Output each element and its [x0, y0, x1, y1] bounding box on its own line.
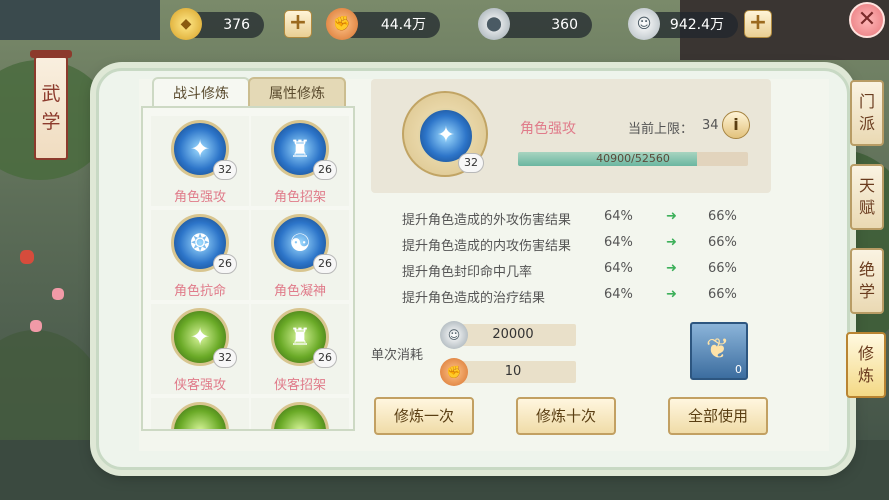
title-char-2: 学 [41, 111, 61, 133]
side-tab-char: 绝 [858, 260, 875, 279]
stat-next: 66% [708, 287, 737, 302]
skill-item[interactable]: ✦ 32 侠客强攻 [151, 304, 249, 394]
skill-item[interactable] [251, 398, 349, 429]
train-ten-button[interactable]: 修炼十次 [516, 397, 616, 435]
side-tab-ultimate[interactable]: 绝 学 [850, 248, 884, 314]
stat-row: 提升角色造成的外攻伤害结果 64% ➜ 66% [402, 209, 762, 229]
silver-value: 360 [551, 17, 578, 33]
add-gold-button[interactable]: + [284, 10, 312, 38]
stat-current: 64% [604, 261, 633, 276]
use-all-button[interactable]: 全部使用 [668, 397, 768, 435]
skill-level-badge: 26 [313, 254, 337, 274]
arrow-right-icon: ➜ [666, 209, 677, 224]
stat-next: 66% [708, 261, 737, 276]
skill-name: 角色招架 [273, 190, 326, 205]
title-char-1: 武 [41, 83, 61, 105]
cost-copper-value: 10 [450, 361, 576, 383]
stat-row: 提升角色造成的内攻伤害结果 64% ➜ 66% [402, 235, 762, 255]
ginseng-item-slot[interactable]: ❦ 0 [690, 322, 748, 380]
skill-level-badge: 26 [313, 348, 337, 368]
skill-name: 角色抗命 [173, 284, 226, 299]
add-silver-button[interactable]: + [744, 10, 772, 38]
xp-progress-text: 40900/52560 [596, 152, 670, 165]
stat-current: 64% [604, 287, 633, 302]
cost-silver-value: 20000 [450, 324, 576, 346]
panel-title: 武 学 [34, 56, 68, 160]
stat-description: 提升角色封印命中几率 [402, 265, 533, 280]
silver-coin-icon: ☺ [440, 321, 468, 349]
stat-description: 提升角色造成的治疗结果 [402, 291, 546, 306]
level-limit-value: 34 [702, 118, 719, 133]
copper-coin-icon: ✊ [326, 8, 358, 40]
silver-coin-icon: ⬤ [478, 8, 510, 40]
side-tab-char: 修 [857, 344, 874, 363]
side-tab-char: 赋 [858, 198, 875, 217]
stat-row: 提升角色封印命中几率 64% ➜ 66% [402, 261, 762, 281]
currency-bar: 376 ◆ + 44.4万 ✊ 360 ⬤ 942.4万 ☺ + ✕ [0, 0, 889, 50]
skill-name: 角色凝神 [273, 284, 326, 299]
gold-ingot-icon: ◆ [170, 8, 202, 40]
skill-name: 侠客招架 [273, 378, 326, 393]
stat-description: 提升角色造成的内攻伤害结果 [402, 239, 572, 254]
skill-item[interactable]: ♜ 26 角色招架 [251, 116, 349, 206]
skill-name: 角色强攻 [173, 190, 226, 205]
side-tab-cultivation[interactable]: 修 炼 [846, 332, 886, 398]
tab-attribute-training[interactable]: 属性修炼 [248, 77, 346, 107]
hero-skill-icon [171, 402, 229, 429]
copper-value: 44.4万 [380, 17, 426, 33]
skill-level-badge: 32 [213, 160, 237, 180]
skill-item[interactable]: ✦ 32 角色强攻 [151, 116, 249, 206]
cost-label: 单次消耗 [371, 348, 424, 363]
skill-grid: ✦ 32 角色强攻 ♜ 26 角色招架 ❂ 26 角色抗命 ☯ 26 角色凝神 … [141, 106, 355, 431]
skill-name: 侠客强攻 [173, 378, 226, 393]
tab-combat-training[interactable]: 战斗修炼 [152, 77, 250, 107]
side-tab-sect[interactable]: 门 派 [850, 80, 884, 146]
side-tab-char: 学 [858, 282, 875, 301]
skill-item[interactable]: ☯ 26 角色凝神 [251, 210, 349, 300]
silver-large-value: 942.4万 [669, 17, 724, 33]
silver-coin-large-icon: ☺ [628, 8, 660, 40]
level-limit-label: 当前上限： [628, 122, 694, 137]
skill-item[interactable]: ♜ 26 侠客招架 [251, 304, 349, 394]
skill-item[interactable] [151, 398, 249, 429]
side-tab-talent[interactable]: 天 赋 [850, 164, 884, 230]
side-tab-char: 门 [858, 92, 875, 111]
side-tab-char: 天 [858, 176, 875, 195]
skill-level-badge: 26 [213, 254, 237, 274]
stat-next: 66% [708, 209, 737, 224]
gold-value: 376 [223, 17, 250, 33]
close-button[interactable]: ✕ [849, 2, 885, 38]
stat-row: 提升角色造成的治疗结果 64% ➜ 66% [402, 287, 762, 307]
arrow-right-icon: ➜ [666, 287, 677, 302]
skill-item[interactable]: ❂ 26 角色抗命 [151, 210, 249, 300]
skill-level-badge: 26 [313, 160, 337, 180]
arrow-right-icon: ➜ [666, 235, 677, 250]
selected-skill-level: 32 [458, 153, 484, 173]
item-count: 0 [735, 363, 742, 376]
stat-current: 64% [604, 209, 633, 224]
selected-skill-name: 角色强攻 [520, 121, 576, 137]
stat-description: 提升角色造成的外攻伤害结果 [402, 213, 572, 228]
skill-level-badge: 32 [213, 348, 237, 368]
copper-coin-icon: ✊ [440, 358, 468, 386]
stat-next: 66% [708, 235, 737, 250]
side-tab-char: 派 [858, 114, 875, 133]
hero-skill-icon [271, 402, 329, 429]
arrow-right-icon: ➜ [666, 261, 677, 276]
side-tab-char: 炼 [857, 366, 874, 385]
train-once-button[interactable]: 修炼一次 [374, 397, 474, 435]
ginseng-icon: ❦ [706, 332, 730, 365]
info-button[interactable]: i [722, 111, 750, 139]
stat-current: 64% [604, 235, 633, 250]
